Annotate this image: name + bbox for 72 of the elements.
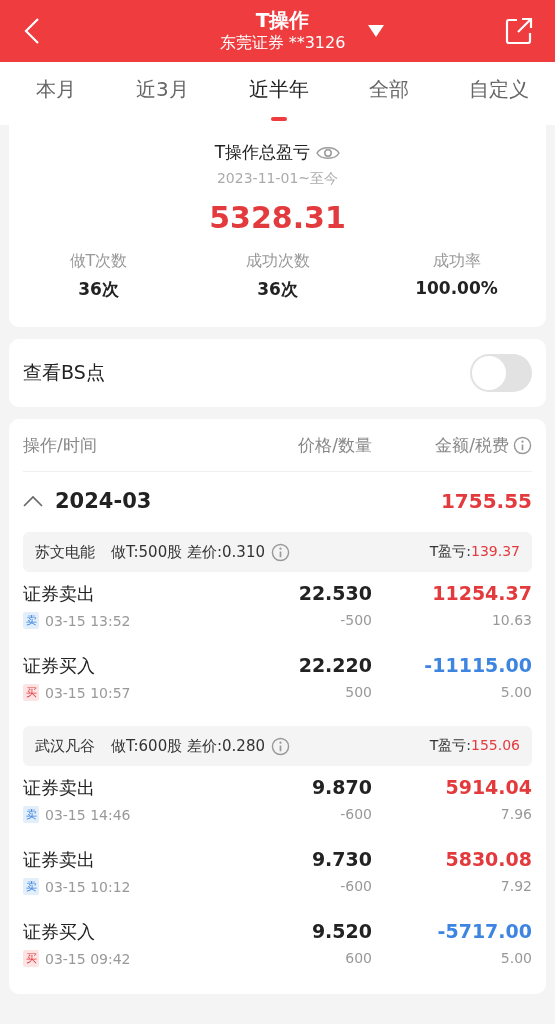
month-total: 1755.55 bbox=[440, 489, 532, 513]
stock-name: 苏文电能 bbox=[35, 542, 95, 562]
trade-action: 证券买入 bbox=[23, 920, 96, 944]
trade-price: 22.530 bbox=[298, 582, 372, 604]
period-tab[interactable]: 近半年 bbox=[248, 62, 309, 125]
trade-action: 证券买入 bbox=[23, 654, 96, 678]
trade-amount: -11115.00 bbox=[424, 654, 532, 676]
trade-time: 03-15 10:12 bbox=[45, 878, 131, 895]
trade-amount: 11254.37 bbox=[432, 582, 532, 604]
trade-fee: 10.63 bbox=[491, 612, 532, 628]
trade-time: 03-15 09:42 bbox=[45, 950, 131, 967]
summary-title: T操作总盈亏 bbox=[214, 141, 311, 164]
trade-price: 9.730 bbox=[311, 848, 372, 870]
stat-label: 成功率 bbox=[431, 251, 482, 272]
chevron-up-icon[interactable] bbox=[23, 495, 43, 507]
trade-fee: 7.92 bbox=[500, 878, 532, 894]
back-icon[interactable] bbox=[24, 17, 40, 45]
stat-label: 做T次数 bbox=[68, 251, 129, 272]
trade-detail: 做T:600股 差价:0.280 bbox=[111, 736, 265, 756]
column-header: 操作/时间 bbox=[23, 434, 97, 455]
period-tab[interactable]: 全部 bbox=[368, 62, 409, 125]
trade-time: 03-15 13:52 bbox=[45, 612, 131, 629]
month-toggle[interactable]: 2024-03 bbox=[23, 489, 441, 513]
trade-price: 22.220 bbox=[298, 654, 372, 676]
eye-icon[interactable] bbox=[316, 144, 341, 161]
period-tab[interactable]: 自定义 bbox=[469, 62, 529, 125]
period-tab[interactable]: 本月 bbox=[36, 62, 76, 125]
trade-badge: 买 bbox=[23, 950, 39, 967]
trade-quantity: 500 bbox=[345, 684, 372, 700]
trade-fee: 7.96 bbox=[500, 806, 532, 822]
info-icon[interactable] bbox=[270, 736, 290, 756]
period-range: 2023-11-01~至今 bbox=[216, 170, 339, 188]
trade-time: 03-15 10:57 bbox=[45, 684, 131, 701]
info-icon[interactable] bbox=[270, 542, 290, 562]
toggle-label: 查看BS点 bbox=[23, 360, 105, 385]
trade-detail: 做T:500股 差价:0.310 bbox=[111, 542, 265, 562]
stat-value: 36次 bbox=[256, 278, 299, 301]
info-icon[interactable] bbox=[513, 435, 532, 455]
dropdown-icon[interactable] bbox=[367, 24, 386, 38]
trade-badge: 卖 bbox=[23, 612, 39, 629]
trade-action: 证券卖出 bbox=[23, 776, 96, 800]
stat-value: 36次 bbox=[77, 278, 120, 301]
stat-value: 100.00% bbox=[414, 278, 499, 298]
trade-action: 证券卖出 bbox=[23, 582, 96, 606]
trade-price: 9.870 bbox=[311, 776, 372, 798]
period-tab[interactable]: 近3月 bbox=[136, 62, 189, 125]
account-name: 东莞证券 **3126 bbox=[219, 32, 346, 54]
trade-quantity: -500 bbox=[340, 612, 372, 628]
stat-label: 成功次数 bbox=[244, 251, 311, 272]
trade-badge: 卖 bbox=[23, 878, 39, 895]
trade-amount: 5830.08 bbox=[445, 848, 532, 870]
t-profit: T盈亏:139.37 bbox=[429, 543, 520, 561]
trade-time: 03-15 14:46 bbox=[45, 806, 131, 823]
trade-amount: 5914.04 bbox=[445, 776, 532, 798]
total-profit: 5328.31 bbox=[209, 200, 346, 235]
share-icon[interactable] bbox=[505, 17, 533, 45]
column-header: 价格/数量 bbox=[297, 433, 372, 457]
trade-quantity: -600 bbox=[340, 878, 372, 894]
toggle-switch[interactable] bbox=[470, 354, 532, 392]
trade-fee: 5.00 bbox=[500, 950, 532, 966]
trade-quantity: -600 bbox=[340, 806, 372, 822]
trade-action: 证券卖出 bbox=[23, 848, 96, 872]
trade-badge: 卖 bbox=[23, 806, 39, 823]
trade-badge: 买 bbox=[23, 684, 39, 701]
trade-quantity: 600 bbox=[345, 950, 372, 966]
trade-fee: 5.00 bbox=[500, 684, 532, 700]
column-header: 金额/税费 bbox=[435, 433, 509, 457]
t-profit: T盈亏:155.06 bbox=[429, 737, 520, 755]
page-title: T操作 bbox=[255, 8, 310, 32]
trade-amount: -5717.00 bbox=[437, 920, 532, 942]
stock-name: 武汉凡谷 bbox=[35, 736, 95, 756]
trade-price: 9.520 bbox=[311, 920, 372, 942]
